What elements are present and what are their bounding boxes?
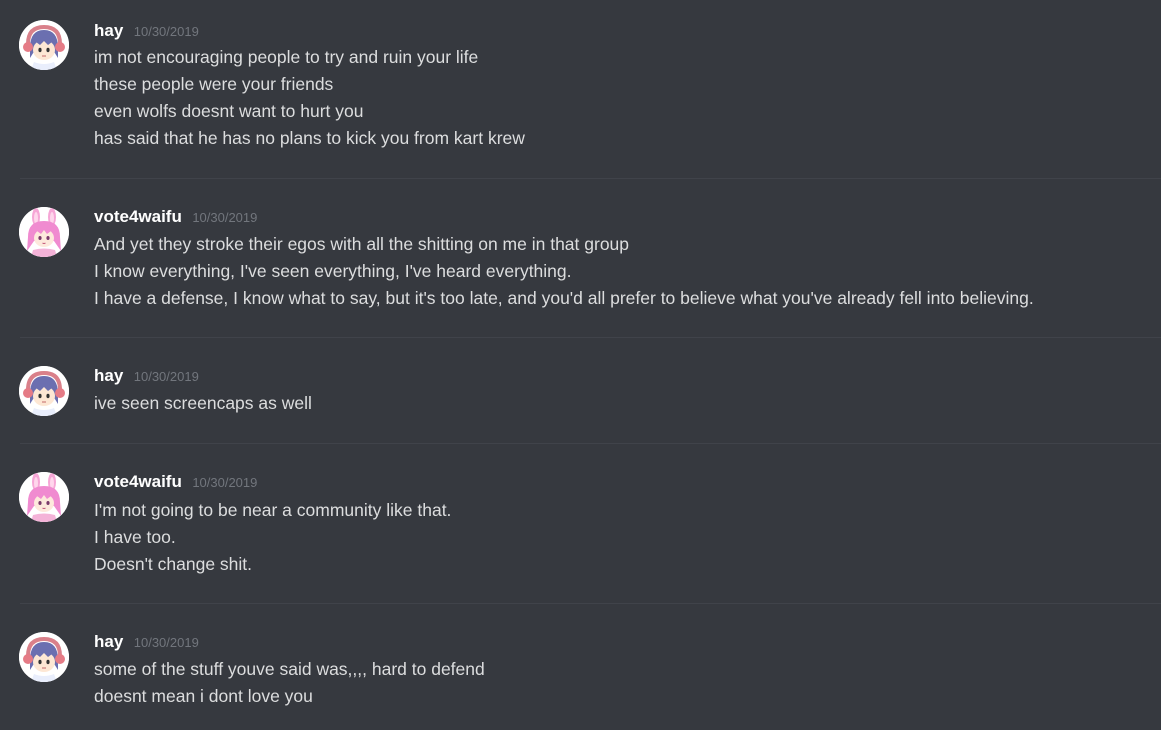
timestamp: 10/30/2019 (192, 475, 258, 490)
message-line: even wolfs doesnt want to hurt you (94, 101, 364, 121)
message-line: has said that he has no plans to kick yo… (94, 128, 525, 148)
message-content: im not encouraging people to try and rui… (94, 44, 525, 152)
username[interactable]: vote4waifu (94, 472, 182, 491)
message-header: hay 10/30/2019 (94, 366, 199, 387)
message-line: some of the stuff youve said was,,,, har… (94, 659, 485, 679)
username[interactable]: hay (94, 632, 123, 651)
message-header: hay 10/30/2019 (94, 21, 199, 42)
message-header: vote4waifu 10/30/2019 (94, 472, 257, 493)
timestamp: 10/30/2019 (133, 635, 199, 650)
message-line: im not encouraging people to try and rui… (94, 47, 479, 67)
message-line: I'm not going to be near a community lik… (94, 500, 452, 520)
message-line: I know everything, I've seen everything,… (94, 261, 572, 281)
message-group: hay 10/30/2019 some of the stuff youve s… (0, 604, 1161, 730)
message-group: vote4waifu 10/30/2019 I'm not going to b… (0, 444, 1161, 603)
message-line: these people were your friends (94, 74, 334, 94)
username[interactable]: hay (94, 366, 123, 385)
hay-avatar-icon[interactable] (19, 632, 69, 682)
timestamp: 10/30/2019 (192, 210, 258, 225)
message-line: doesnt mean i dont love you (94, 686, 313, 706)
message-header: vote4waifu 10/30/2019 (94, 207, 257, 228)
message-line: I have a defense, I know what to say, bu… (94, 288, 1034, 308)
hay-avatar-icon[interactable] (19, 20, 69, 70)
vote4waifu-avatar-icon[interactable] (19, 207, 69, 257)
message-group: hay 10/30/2019 ive seen screencaps as we… (0, 338, 1161, 443)
message-content: some of the stuff youve said was,,,, har… (94, 656, 485, 710)
message-content: I'm not going to be near a community lik… (94, 497, 451, 578)
message-content: ive seen screencaps as well (94, 390, 312, 417)
message-line: I have too. (94, 527, 176, 547)
timestamp: 10/30/2019 (133, 24, 199, 39)
message-line: And yet they stroke their egos with all … (94, 234, 630, 254)
message-line: Doesn't change shit. (94, 554, 253, 574)
message-content: And yet they stroke their egos with all … (94, 231, 1034, 312)
message-group: vote4waifu 10/30/2019 And yet they strok… (0, 179, 1161, 337)
message-group: hay 10/30/2019 im not encouraging people… (0, 0, 1161, 178)
username[interactable]: hay (94, 21, 123, 40)
message-header: hay 10/30/2019 (94, 632, 199, 653)
timestamp: 10/30/2019 (133, 369, 199, 384)
vote4waifu-avatar-icon[interactable] (19, 472, 69, 522)
message-line: ive seen screencaps as well (94, 393, 312, 413)
hay-avatar-icon[interactable] (19, 366, 69, 416)
username[interactable]: vote4waifu (94, 207, 182, 226)
